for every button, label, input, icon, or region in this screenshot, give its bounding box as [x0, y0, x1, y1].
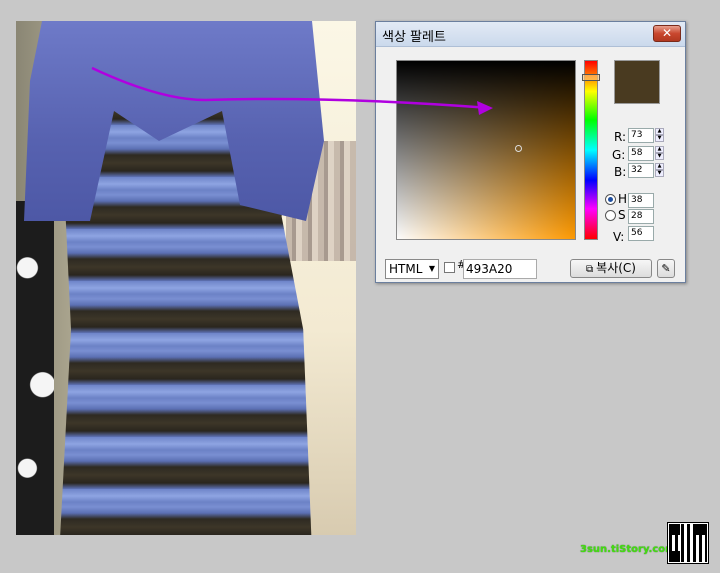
current-color-swatch: [614, 60, 660, 104]
spin-down-icon[interactable]: ▼: [655, 153, 664, 160]
format-select[interactable]: HTML ▼: [385, 259, 439, 279]
color-gradient: [397, 61, 575, 239]
hue-radio[interactable]: [605, 194, 616, 205]
copy-button[interactable]: ⧉ 복사(C): [570, 259, 652, 278]
saturation-input[interactable]: 28: [628, 209, 654, 224]
spin-down-icon[interactable]: ▼: [655, 170, 664, 177]
color-palette-dialog: 색상 팔레트 ✕ R: 73 ▲ ▼ G: 58 ▲ ▼ B: 32 ▲ ▼ H 38…: [375, 21, 686, 283]
format-select-value: HTML: [389, 262, 423, 276]
value-input[interactable]: 56: [628, 226, 654, 241]
background-person: [16, 201, 54, 535]
saturation-value-field[interactable]: [396, 60, 576, 240]
hex-input[interactable]: 493A20: [463, 259, 537, 279]
red-label: R:: [614, 130, 627, 144]
green-input[interactable]: 58: [628, 146, 654, 161]
blue-label: B:: [614, 165, 627, 179]
copy-button-label: 복사(C): [596, 261, 636, 275]
saturation-label: S: [618, 208, 626, 222]
blue-input[interactable]: 32: [628, 163, 654, 178]
red-spinner[interactable]: ▲ ▼: [655, 128, 664, 143]
dress-photo: [16, 21, 356, 535]
spin-up-icon[interactable]: ▲: [655, 128, 664, 135]
hue-label: H: [618, 192, 628, 206]
saturation-radio[interactable]: [605, 210, 616, 221]
copy-icon: ⧉: [586, 264, 594, 275]
spin-up-icon[interactable]: ▲: [655, 146, 664, 153]
dialog-title: 색상 팔레트: [382, 30, 446, 45]
watermark-text: 3sun.tiStory.com: [580, 544, 676, 555]
value-label: V:: [613, 230, 625, 244]
eyedropper-button[interactable]: ✎: [657, 259, 675, 278]
chevron-down-icon: ▼: [428, 264, 435, 273]
hue-input[interactable]: 38: [628, 193, 654, 208]
spin-up-icon[interactable]: ▲: [655, 163, 664, 170]
blue-spinner[interactable]: ▲ ▼: [655, 163, 664, 178]
dialog-titlebar[interactable]: 색상 팔레트 ✕: [376, 22, 685, 47]
green-label: G:: [612, 148, 626, 162]
green-spinner[interactable]: ▲ ▼: [655, 146, 664, 161]
hue-slider-thumb[interactable]: [582, 74, 600, 81]
qr-code-icon: [667, 522, 709, 564]
hue-slider[interactable]: [584, 60, 598, 240]
dialog-bottom-bar: HTML ▼ # 493A20 ⧉ 복사(C) ✎: [376, 254, 685, 282]
hash-checkbox[interactable]: [444, 262, 455, 273]
picker-cursor-icon[interactable]: [515, 145, 522, 152]
eyedropper-icon: ✎: [661, 262, 671, 275]
spin-down-icon[interactable]: ▼: [655, 135, 664, 142]
red-input[interactable]: 73: [628, 128, 654, 143]
close-button[interactable]: ✕: [653, 25, 681, 42]
